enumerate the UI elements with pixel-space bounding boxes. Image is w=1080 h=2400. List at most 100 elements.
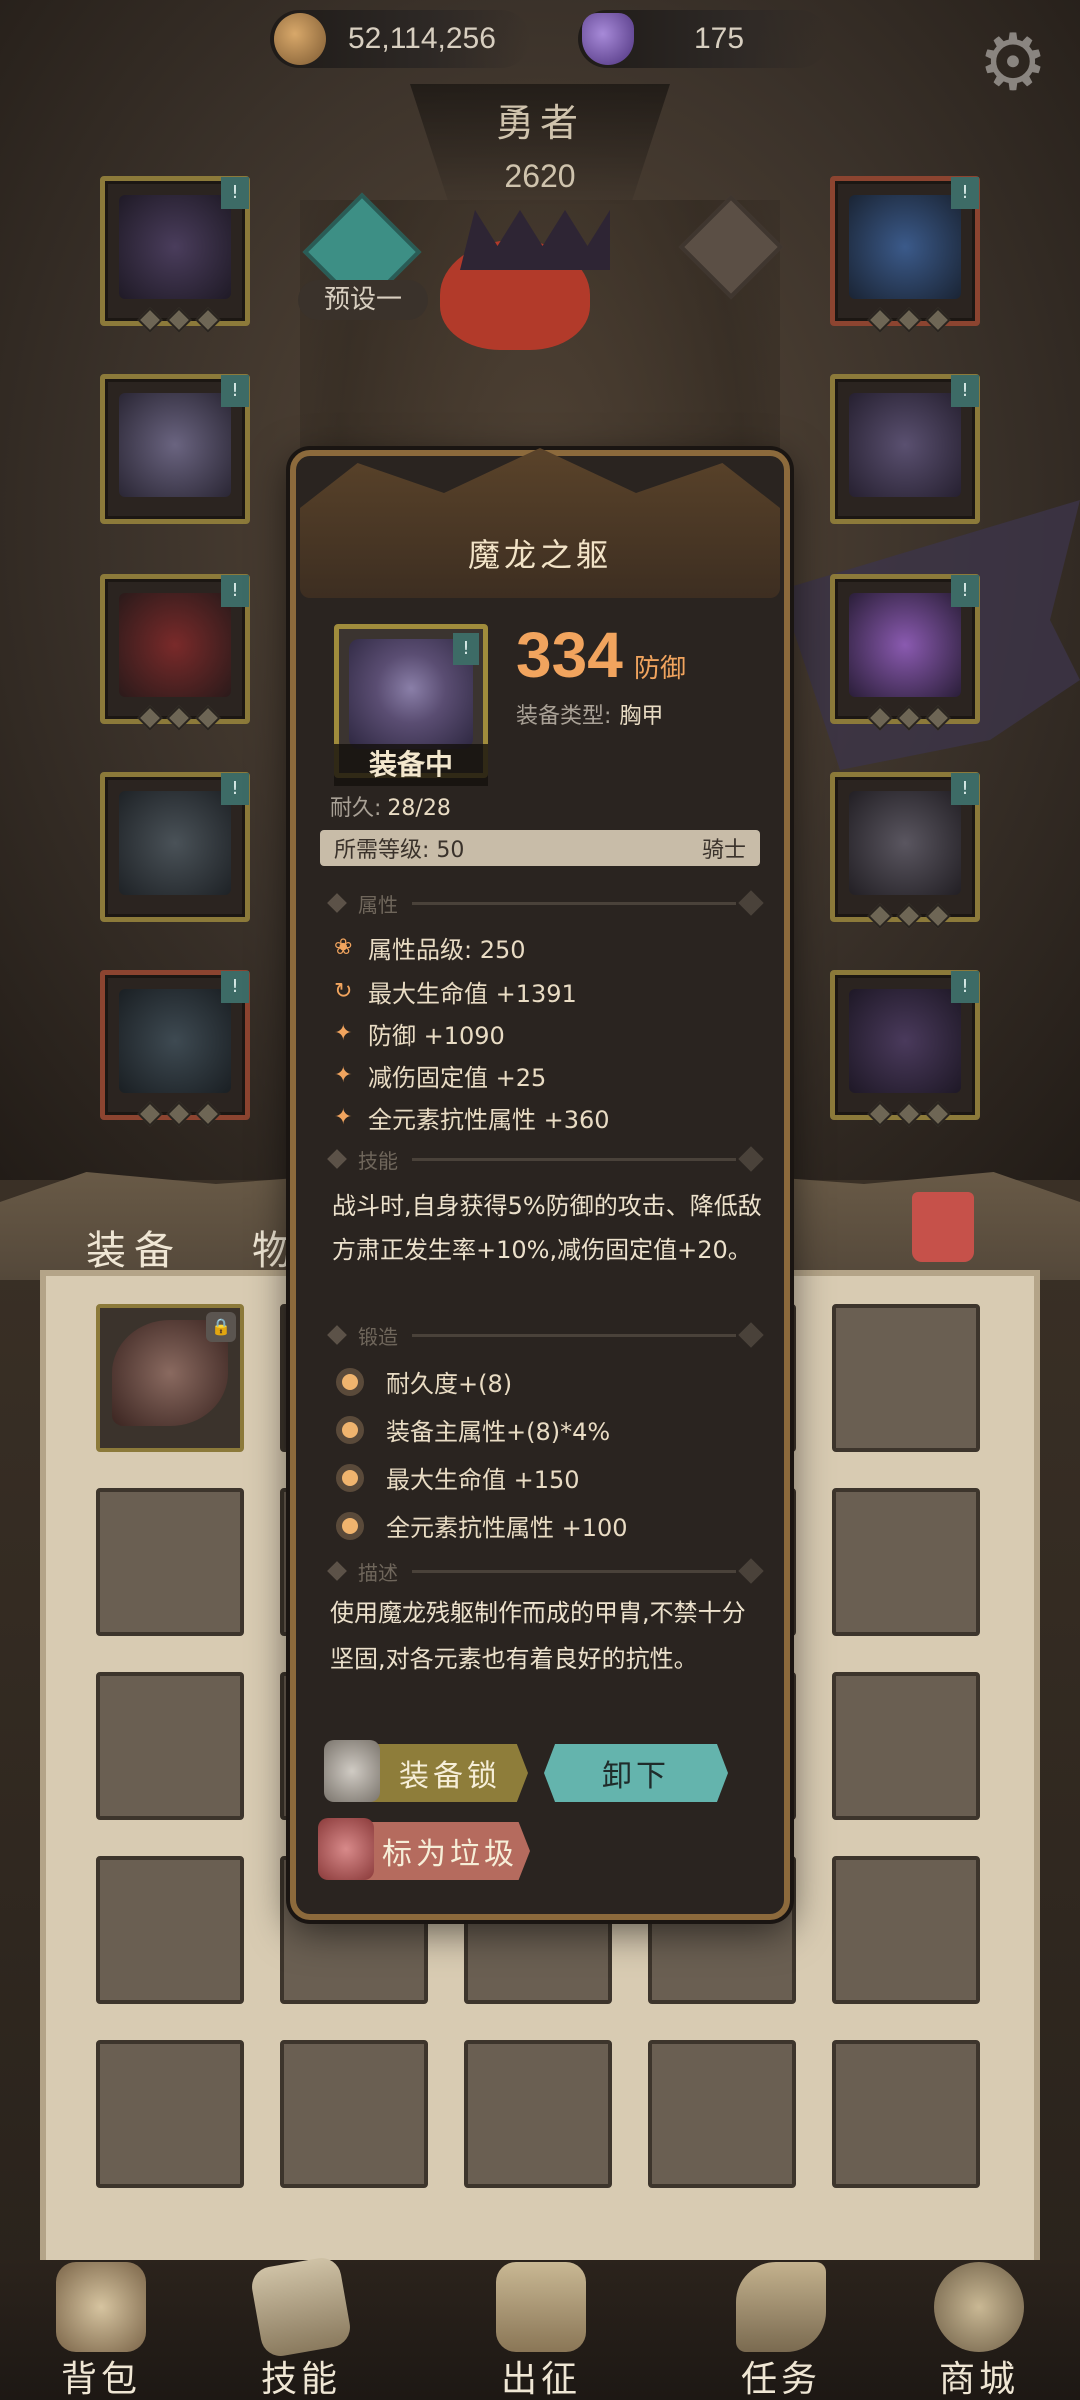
inventory-slot[interactable] [832, 1488, 980, 1636]
shoulder-art [849, 593, 961, 697]
equip-type-label: 装备类型: [516, 704, 612, 729]
forge-orb-icon [336, 1463, 364, 1492]
settings-gear-icon[interactable]: ⚙ [968, 18, 1058, 108]
upgrade-slots [867, 307, 951, 333]
nav-label: 商城 [938, 2359, 1019, 2400]
trash-lantern-icon[interactable] [318, 1818, 374, 1880]
sparkle-icon: ✦ [334, 1063, 353, 1088]
section-divider [412, 1333, 736, 1337]
button-label: 卸下 [602, 1759, 670, 1794]
inventory-slot[interactable] [832, 1672, 980, 1820]
legs-art [119, 791, 231, 895]
attribute-row: ✦ 防御 +1090 [334, 1016, 505, 1051]
skill-description: 战斗时,自身获得5%防御的攻击、降低敌方肃正发生率+10%,减伤固定值+20。 [332, 1192, 762, 1264]
equip-type-value: 胸甲 [619, 704, 664, 729]
upgrade-slots [137, 705, 221, 731]
nav-label: 出征 [500, 2359, 581, 2400]
inventory-slot[interactable] [96, 1488, 244, 1636]
gold-counter: 52,114,256 [270, 10, 530, 68]
inventory-slot[interactable] [96, 2040, 244, 2188]
equip-slot-weapon[interactable]: ! [830, 772, 980, 929]
button-label: 标为垃圾 [382, 1837, 518, 1872]
inventory-slot[interactable] [832, 2040, 980, 2188]
section-diamond-icon [738, 1322, 764, 1348]
inventory-slot-weapon[interactable]: 🔒 [96, 1304, 244, 1452]
equip-slot-shoulder[interactable]: ! [830, 574, 980, 731]
hero-name: 勇者 [495, 101, 584, 145]
main-stat-unit: 防御 [634, 654, 687, 684]
forge-orb-icon [336, 1367, 364, 1396]
upgrade-slots [137, 307, 221, 333]
equip-slot-helmet[interactable]: ! [100, 176, 250, 333]
nav-skills[interactable]: 技能 [226, 2254, 376, 2400]
inventory-slot[interactable] [280, 2040, 428, 2188]
item-tag-icon: ! [221, 575, 249, 607]
inventory-slot[interactable] [96, 1856, 244, 2004]
forge-row: 耐久度+(8) [336, 1364, 512, 1399]
nav-expedition[interactable]: 出征 [466, 2262, 616, 2400]
necklace-art [849, 195, 961, 299]
equip-slot-chest[interactable]: ! [100, 374, 250, 524]
map-sword-icon [496, 2262, 586, 2352]
forge-row: 全元素抗性属性 +100 [336, 1508, 628, 1543]
equip-slot-necklace[interactable]: ! [830, 176, 980, 333]
section-divider [412, 901, 736, 905]
forge-text: 全元素抗性属性 +100 [386, 1514, 628, 1542]
equip-slot-shield[interactable]: ! [830, 970, 980, 1127]
skill-card-icon [248, 2254, 354, 2360]
durability: 耐久: 28/28 [330, 790, 451, 822]
tab-equipment[interactable]: 装备 [86, 1218, 182, 1276]
scroll-icon [736, 2262, 826, 2352]
attribute-text: 最大生命值 +1391 [368, 980, 577, 1008]
section-title: 技能 [358, 1148, 398, 1173]
inventory-slot[interactable] [832, 1856, 980, 2004]
item-tag-icon: ! [951, 375, 979, 407]
nav-quests[interactable]: 任务 [706, 2262, 856, 2400]
equip-type: 装备类型: 胸甲 [516, 698, 663, 730]
lock-icon: 🔒 [206, 1312, 236, 1342]
item-tag-icon: ! [951, 773, 979, 805]
nav-label: 任务 [740, 2359, 821, 2400]
required-level: 所需等级: 50 [334, 838, 465, 863]
lock-icon[interactable] [324, 1740, 380, 1802]
upgrade-slots [867, 1101, 951, 1127]
section-diamond-icon [327, 893, 347, 913]
durability-label: 耐久: [330, 796, 382, 821]
nav-shop[interactable]: 商城 [904, 2262, 1054, 2400]
attribute-row: ✦ 全元素抗性属性 +360 [334, 1100, 610, 1135]
requirement-bar: 所需等级: 50 骑士 [320, 830, 760, 866]
attribute-row: ↻ 最大生命值 +1391 [334, 974, 577, 1009]
inventory-slot[interactable] [464, 2040, 612, 2188]
section-diamond-icon [738, 890, 764, 916]
equip-slot-boots[interactable]: ! [100, 970, 250, 1127]
forge-orb-icon [336, 1511, 364, 1540]
attribute-text: 减伤固定值 +25 [368, 1064, 547, 1092]
required-class: 骑士 [701, 838, 746, 863]
inventory-slot[interactable] [96, 1672, 244, 1820]
item-tag-icon: ! [221, 375, 249, 407]
nav-backpack[interactable]: 背包 [26, 2262, 176, 2400]
equip-slot-gloves[interactable]: ! [100, 574, 250, 731]
equip-slot-legs[interactable]: ! [100, 772, 250, 922]
item-tag-icon: ! [221, 971, 249, 1003]
equip-slot-cape[interactable]: ! [830, 374, 980, 524]
unequip-button[interactable]: 卸下 [544, 1744, 728, 1802]
forge-text: 装备主属性+(8)*4% [386, 1418, 611, 1446]
forge-text: 耐久度+(8) [386, 1370, 513, 1398]
shield-art [849, 989, 961, 1093]
inventory-slot[interactable] [648, 2040, 796, 2188]
boots-art [119, 989, 231, 1093]
item-tag-icon: ! [951, 971, 979, 1003]
inventory-slot[interactable] [832, 1304, 980, 1452]
upgrade-slots [867, 903, 951, 929]
trash-can-icon[interactable] [912, 1192, 974, 1262]
item-name: 魔龙之躯 [467, 536, 612, 574]
gem-amount: 175 [694, 22, 745, 55]
gold-coin-icon [274, 13, 326, 65]
item-tag-icon: ! [221, 773, 249, 805]
gloves-art [119, 593, 231, 697]
upgrade-slots [867, 705, 951, 731]
section-diamond-icon [327, 1149, 347, 1169]
refresh-icon: ↻ [334, 979, 353, 1004]
preset-label[interactable]: 预设一 [298, 280, 428, 320]
